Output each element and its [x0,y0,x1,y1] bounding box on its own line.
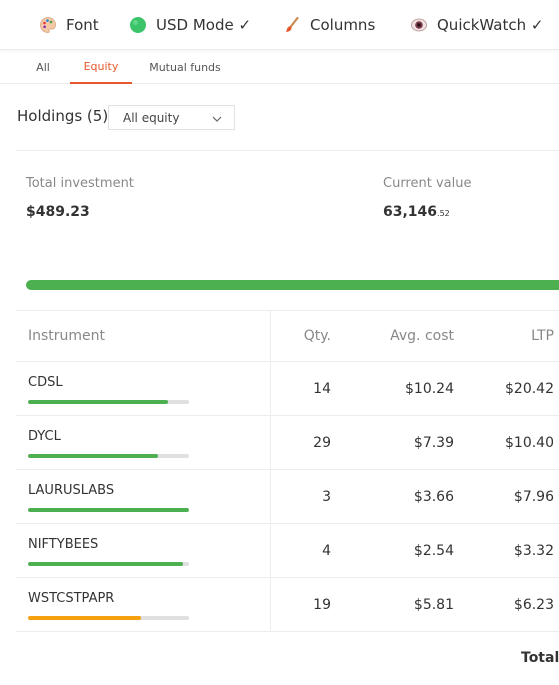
current-value-label: Current value [383,176,472,191]
columns-label: Columns [310,16,376,34]
green-circle-icon [128,15,148,35]
instrument-cell: DYCL [28,416,198,469]
overall-progress-bar [26,280,559,290]
holdings-table: Instrument Qty. Avg. cost LTP CDSL 14 $10.… [16,310,559,632]
ltp-cell: $10.40 [505,434,554,451]
equity-filter-value: All equity [123,110,180,125]
instrument-progress-fill [28,562,183,566]
qty-cell: 19 [313,596,331,613]
table-row[interactable]: NIFTYBEES 4 $2.54 $3.32 [16,524,559,578]
table-header-row: Instrument Qty. Avg. cost LTP [16,310,559,362]
instrument-progress-bar [28,508,189,512]
divider [16,150,559,151]
quickwatch-label: QuickWatch ✓ [437,16,544,34]
columns-button[interactable]: Columns [282,14,375,36]
ltp-cell: $3.32 [513,542,554,559]
table-row[interactable]: WSTCSTPAPR 19 $5.81 $6.23 [16,578,559,632]
brush-icon [282,15,302,35]
instrument-progress-bar [28,562,189,566]
instrument-progress-bar [28,616,189,620]
palette-icon [38,15,58,35]
table-row[interactable]: LAURUSLABS 3 $3.66 $7.96 [16,470,559,524]
instrument-name: CDSL [28,375,63,390]
instrument-progress-fill [28,454,159,458]
current-value-main: 63,146 [383,204,438,220]
font-button[interactable]: Font [38,14,99,36]
instrument-progress-bar [28,400,189,404]
instrument-name: NIFTYBEES [28,537,99,552]
qty-cell: 3 [322,488,331,505]
avg-cost-cell: $2.54 [413,542,454,559]
instrument-cell: NIFTYBEES [28,524,198,577]
instrument-name: DYCL [28,429,61,444]
table-row[interactable]: DYCL 29 $7.39 $10.40 [16,416,559,470]
ltp-cell: $20.42 [505,380,554,397]
instrument-cell: LAURUSLABS [28,470,198,523]
header-instrument[interactable]: Instrument [28,311,268,361]
holdings-title: Holdings (5) [17,107,109,125]
qty-cell: 4 [322,542,331,559]
equity-filter-select[interactable]: All equity [108,105,235,130]
qty-cell: 14 [313,380,331,397]
instrument-progress-fill [28,400,169,404]
instrument-name: WSTCSTPAPR [28,591,115,606]
top-toolbar: Font USD Mode ✓ Columns QuickWatch ✓ [0,0,559,50]
usd-mode-label: USD Mode ✓ [156,16,252,34]
current-value-decimal: .52 [437,209,450,218]
instrument-cell: CDSL [28,362,198,415]
total-investment-label: Total investment [26,176,134,191]
tab-mutual-funds[interactable]: Mutual funds [148,50,222,84]
avg-cost-cell: $7.39 [413,434,454,451]
tab-equity[interactable]: Equity [70,50,132,84]
instrument-cell: WSTCSTPAPR [28,578,198,631]
instrument-progress-fill [28,508,189,512]
instrument-progress-bar [28,454,189,458]
eye-icon [409,15,429,35]
holdings-tabs: All Equity Mutual funds [0,50,559,84]
tab-all[interactable]: All [30,50,56,84]
total-label: Total [521,650,559,666]
quickwatch-toggle[interactable]: QuickWatch ✓ [409,14,543,36]
instrument-name: LAURUSLABS [28,483,115,498]
total-investment-value: $489.23 [26,204,90,220]
header-ltp[interactable]: LTP [466,311,554,361]
chevron-down-icon [212,113,222,127]
header-qty[interactable]: Qty. [270,311,331,361]
table-row[interactable]: CDSL 14 $10.24 $20.42 [16,362,559,416]
usd-mode-toggle[interactable]: USD Mode ✓ [128,14,251,36]
ltp-cell: $6.23 [513,596,554,613]
avg-cost-cell: $3.66 [413,488,454,505]
header-avg-cost[interactable]: Avg. cost [346,311,454,361]
avg-cost-cell: $10.24 [405,380,454,397]
qty-cell: 29 [313,434,331,451]
avg-cost-cell: $5.81 [413,596,454,613]
ltp-cell: $7.96 [513,488,554,505]
font-label: Font [66,16,99,34]
current-value-value: 63,146.52 [383,204,450,220]
instrument-progress-fill [28,616,141,620]
